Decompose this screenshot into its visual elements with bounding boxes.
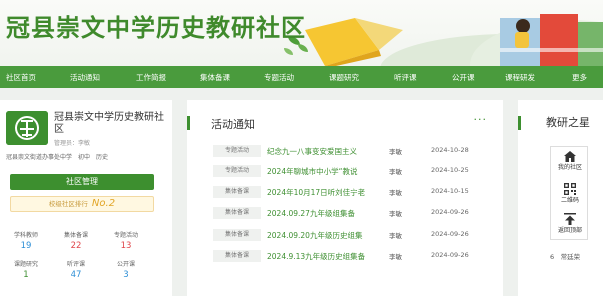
stat-value: 47 [70,270,82,280]
stat-label: 公开课 [116,261,135,268]
qrcode-button[interactable]: 二维码 [551,183,589,204]
notice-author: 李敏 [389,210,402,218]
notice-date: 2024-10-25 [431,166,469,174]
nav-item-open-class[interactable]: 公开课 [452,72,475,83]
stat-label: 集体备课 [63,232,88,239]
community-admin: 管理员：李敏 [54,140,91,147]
notices-more-button[interactable]: ··· [474,113,488,126]
community-manage-button[interactable]: 社区管理 [10,174,154,190]
stat-value: 19 [20,241,32,251]
nav-item-briefings[interactable]: 工作简报 [136,72,166,83]
notice-title-link[interactable]: 2024.09.27九年级组集备 [267,208,385,219]
notice-author: 李敏 [389,148,402,156]
floating-side-menu: 我的社区 二维码 返回顶部 [550,146,588,240]
stat-label: 学科教师 [13,232,38,239]
notice-row[interactable]: 集体备课 2024.9.13九年级历史组集备 李敏 2024-09-26 [213,250,503,262]
notice-row[interactable]: 集体备课 2024年10月17日听刘佳宁老 李敏 2024-10-15 [213,186,503,198]
community-name[interactable]: 冠县崇文中学历史教研社区 [54,112,166,136]
notice-date: 2024-09-26 [431,251,469,259]
notice-date: 2024-09-26 [431,230,469,238]
rank-badge: 校级社区排行 No.2 [10,196,154,212]
banner: 冠县崇文中学历史教研社区 [0,0,603,66]
notice-date: 2024-09-26 [431,208,469,216]
stat-label: 听评课 [66,261,85,268]
stat-value: 3 [123,270,129,280]
community-logo [6,111,48,145]
notice-author: 李敏 [389,168,402,176]
notice-row[interactable]: 专题活动 纪念九一八事变安爱国主义 李敏 2024-10-28 [213,145,503,157]
qrcode-icon [564,183,576,195]
notice-title-link[interactable]: 2024.09.20九年级历史组集 [267,230,385,241]
notices-panel: 活动通知 ··· 专题活动 纪念九一八事变安爱国主义 李敏 2024-10-28… [187,100,503,296]
rank-value: No.2 [91,198,116,209]
notice-tag: 集体备课 [213,229,261,241]
arrow-up-icon [564,213,576,225]
stat-research[interactable]: 课题研究 1 [6,259,46,280]
nav-item-more[interactable]: 更多 [572,72,587,83]
rank-label: 校级社区排行 [48,200,88,208]
nav-item-collective-prep[interactable]: 集体备课 [200,72,230,83]
nav-item-home[interactable]: 社区首页 [6,72,36,83]
notice-date: 2024-10-15 [431,187,469,195]
back-to-top-button[interactable]: 返回顶部 [551,213,589,234]
leaf-decoration [284,48,293,55]
teaching-star-item[interactable]: 6 常廷荣 [550,251,580,261]
notice-author: 李敏 [389,232,402,240]
stat-special-activities[interactable]: 专题活动 13 [106,230,146,251]
notice-row[interactable]: 集体备课 2024.09.27九年级组集备 李敏 2024-09-26 [213,207,503,219]
notices-header: 活动通知 ··· [187,113,503,131]
notice-date: 2024-10-28 [431,146,469,154]
qrcode-label: 二维码 [560,197,579,204]
notice-row[interactable]: 专题活动 2024年聊城市中小学“教说 李敏 2024-10-25 [213,165,503,177]
notice-title-link[interactable]: 2024年10月17日听刘佳宁老 [267,187,385,198]
notice-tag: 专题活动 [213,145,261,157]
stat-label: 专题活动 [113,232,138,239]
notice-author: 李敏 [389,189,402,197]
nav-item-research[interactable]: 课题研究 [329,72,359,83]
notice-title-link[interactable]: 2024年聊城市中小学“教说 [267,166,385,177]
section-accent-bar [187,116,190,130]
stat-label: 课题研究 [13,261,38,268]
main-nav: 社区首页 活动通知 工作简报 集体备课 专题活动 课题研究 听评课 公开课 课程… [0,66,603,88]
my-community-label: 我的社区 [557,164,582,171]
book-illustration [305,14,603,66]
stat-value: 1 [23,270,29,280]
section-accent-bar [518,116,521,130]
my-community-button[interactable]: 我的社区 [551,151,589,171]
community-school: 冠县崇文街道办事处中学 初中 历史 [6,154,109,161]
notice-title-link[interactable]: 纪念九一八事变安爱国主义 [267,146,385,157]
notice-tag: 集体备课 [213,186,261,198]
stat-teachers[interactable]: 学科教师 19 [6,230,46,251]
nav-item-notices[interactable]: 活动通知 [70,72,100,83]
logo-emblem-icon [6,111,48,145]
stat-open-class[interactable]: 公开课 3 [106,259,146,280]
back-to-top-label: 返回顶部 [557,227,582,234]
notice-tag: 集体备课 [213,250,261,262]
notices-title: 活动通知 [211,118,255,131]
stat-collective-prep[interactable]: 集体备课 22 [56,230,96,251]
teaching-stars-title: 教研之星 [546,116,590,129]
nav-item-special-activities[interactable]: 专题活动 [264,72,294,83]
stat-value: 22 [70,241,82,251]
notice-title-link[interactable]: 2024.9.13九年级历史组集备 [267,251,385,262]
community-profile-card: 冠县崇文中学历史教研社区 管理员：李敏 冠县崇文街道办事处中学 初中 历史 社区… [0,100,172,296]
home-icon [564,151,576,162]
stat-lesson-review[interactable]: 听评课 47 [56,259,96,280]
notice-row[interactable]: 集体备课 2024.09.20九年级历史组集 李敏 2024-09-26 [213,229,503,241]
stat-value: 13 [120,241,132,251]
notice-author: 李敏 [389,253,402,261]
nav-item-curriculum[interactable]: 课程研发 [505,72,535,83]
nav-item-lesson-review[interactable]: 听评课 [394,72,417,83]
site-title: 冠县崇文中学历史教研社区 [6,14,306,42]
notice-tag: 专题活动 [213,165,261,177]
notice-tag: 集体备课 [213,207,261,219]
